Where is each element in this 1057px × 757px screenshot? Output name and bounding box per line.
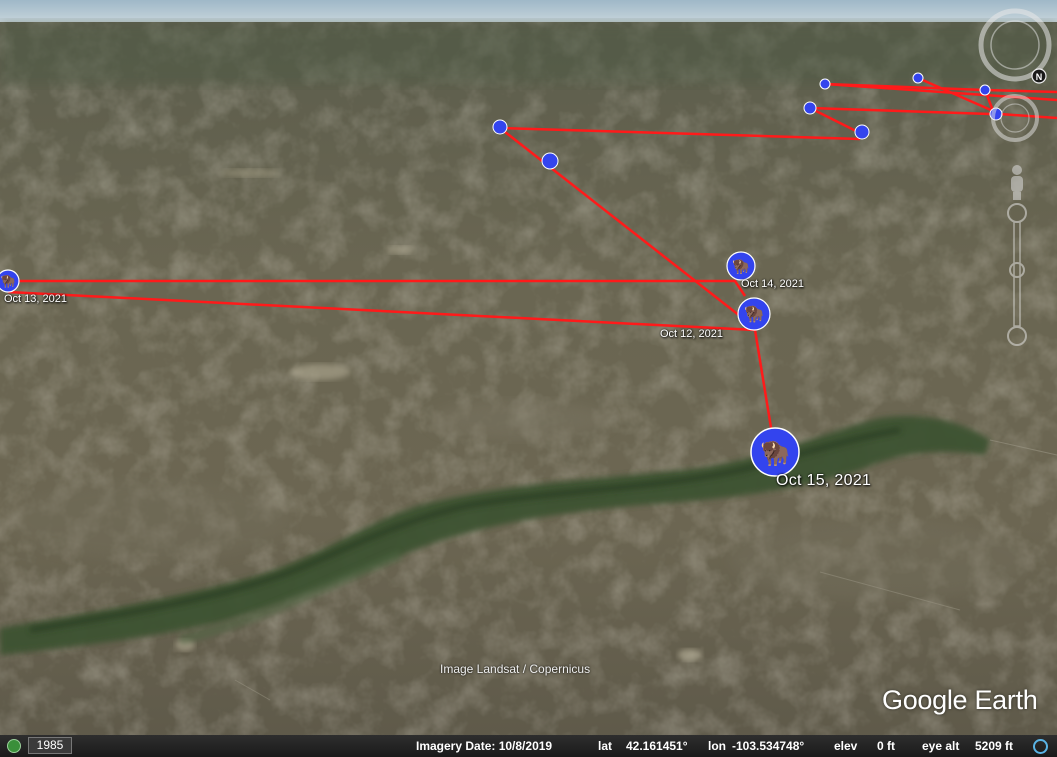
date-label-oct14: Oct 14, 2021	[741, 278, 804, 290]
date-label-oct13: Oct 13, 2021	[4, 293, 67, 305]
status-bar: 1985 Imagery Date: 10/8/2019 lat 42.1614…	[0, 735, 1057, 757]
historical-imagery-icon[interactable]	[7, 739, 21, 753]
date-label-oct15: Oct 15, 2021	[776, 472, 872, 489]
bison-marker[interactable]: 🦬	[726, 251, 756, 281]
historical-year-box[interactable]: 1985	[28, 737, 72, 754]
elev-label: elev	[834, 739, 858, 753]
bison-marker[interactable]	[912, 72, 924, 84]
streaming-status-icon	[1033, 739, 1048, 754]
bison-marker[interactable]	[803, 101, 817, 115]
bison-icon: 🦬	[732, 259, 749, 275]
bison-icon: 🦬	[744, 304, 764, 323]
eye-alt-label: eye alt	[922, 739, 960, 753]
lat-label: lat	[598, 739, 613, 753]
google-earth-logo: Google Earth	[882, 685, 1038, 715]
svg-text:N: N	[1036, 72, 1043, 82]
navigation-controls[interactable]: N	[972, 8, 1057, 353]
bison-marker[interactable]	[492, 119, 508, 135]
look-joystick-icon[interactable]	[991, 94, 1039, 142]
bison-marker[interactable]: 🦬	[0, 269, 20, 293]
map-viewport[interactable]: 🦬 🦬 🦬 🦬 Oct 13, 2021 Oct 14, 2021 Oct 12…	[0, 0, 1057, 757]
lon-value: -103.534748°	[732, 739, 805, 753]
bison-icon: 🦬	[760, 439, 790, 467]
date-label-oct12: Oct 12, 2021	[660, 328, 723, 340]
imagery-date: Imagery Date: 10/8/2019	[416, 739, 553, 753]
bison-marker[interactable]	[541, 152, 559, 170]
lon-label: lon	[708, 739, 726, 753]
bison-icon: 🦬	[1, 274, 16, 288]
imagery-attribution: Image Landsat / Copernicus	[440, 662, 591, 676]
zoom-slider-icon[interactable]	[1007, 203, 1027, 346]
street-view-pegman-icon[interactable]	[1011, 165, 1023, 200]
bison-marker[interactable]: 🦬	[750, 427, 800, 477]
north-arrow-icon[interactable]: N	[1031, 68, 1047, 84]
eye-alt-value: 5209 ft	[975, 739, 1014, 753]
lat-value: 42.161451°	[626, 739, 688, 753]
elev-value: 0 ft	[877, 739, 895, 753]
bison-marker[interactable]	[819, 78, 831, 90]
terrain-imagery: 🦬 🦬 🦬 🦬	[0, 22, 1057, 735]
bison-marker[interactable]: 🦬	[737, 297, 771, 331]
bison-marker[interactable]	[854, 124, 870, 140]
